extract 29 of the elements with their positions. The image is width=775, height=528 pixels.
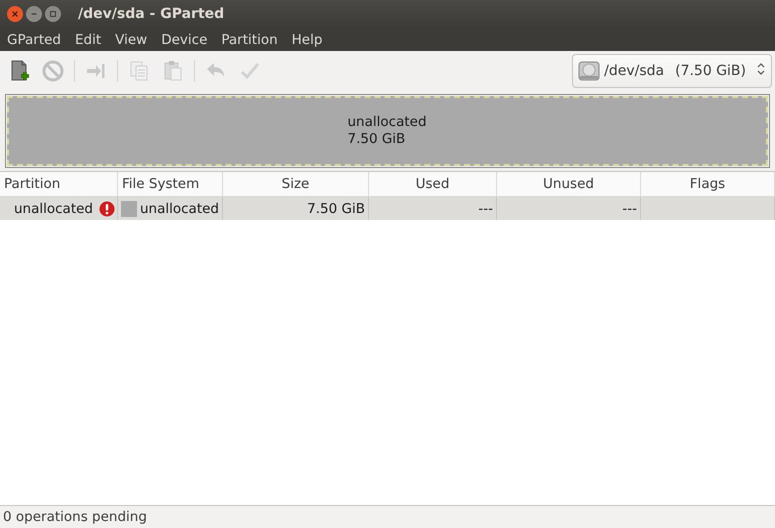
table-cell: unallocated bbox=[14, 200, 93, 216]
column-header[interactable]: Flags bbox=[641, 172, 775, 197]
partition-size: 7.50 GiB bbox=[348, 131, 406, 148]
status-text: 0 operations pending bbox=[0, 505, 775, 528]
column-header[interactable]: Partition bbox=[0, 172, 118, 197]
partition-label: unallocated bbox=[348, 114, 428, 131]
close-button[interactable] bbox=[7, 6, 23, 22]
column-header[interactable]: File System bbox=[118, 172, 223, 197]
table-cell: unallocated bbox=[140, 200, 219, 216]
menu-item[interactable]: GParted bbox=[0, 32, 68, 48]
menu-item[interactable]: Device bbox=[154, 32, 214, 48]
menu-item[interactable]: View bbox=[108, 32, 154, 48]
close-icon bbox=[11, 10, 19, 18]
device-selector[interactable]: /dev/sda (7.50 GiB) bbox=[572, 54, 772, 88]
table-cell: --- bbox=[478, 200, 493, 216]
column-header[interactable]: Used bbox=[369, 172, 497, 197]
menu-item[interactable]: Help bbox=[284, 32, 330, 48]
column-header[interactable]: Size bbox=[223, 172, 369, 197]
maximize-button[interactable] bbox=[45, 6, 61, 22]
column-header[interactable]: Unused bbox=[497, 172, 641, 197]
table-cell: 7.50 GiB bbox=[307, 200, 365, 216]
menu-item[interactable]: Partition bbox=[214, 32, 285, 48]
table-cell: --- bbox=[622, 200, 637, 216]
window-title: /dev/sda - GParted bbox=[78, 6, 224, 22]
maximize-icon bbox=[49, 10, 57, 18]
table-row[interactable]: unallocated unallocated 7.50 GiB --- --- bbox=[0, 197, 775, 220]
menu-item[interactable]: Edit bbox=[68, 32, 108, 48]
partition-block[interactable]: unallocated 7.50 GiB bbox=[7, 96, 768, 166]
minimize-button[interactable] bbox=[26, 6, 42, 22]
